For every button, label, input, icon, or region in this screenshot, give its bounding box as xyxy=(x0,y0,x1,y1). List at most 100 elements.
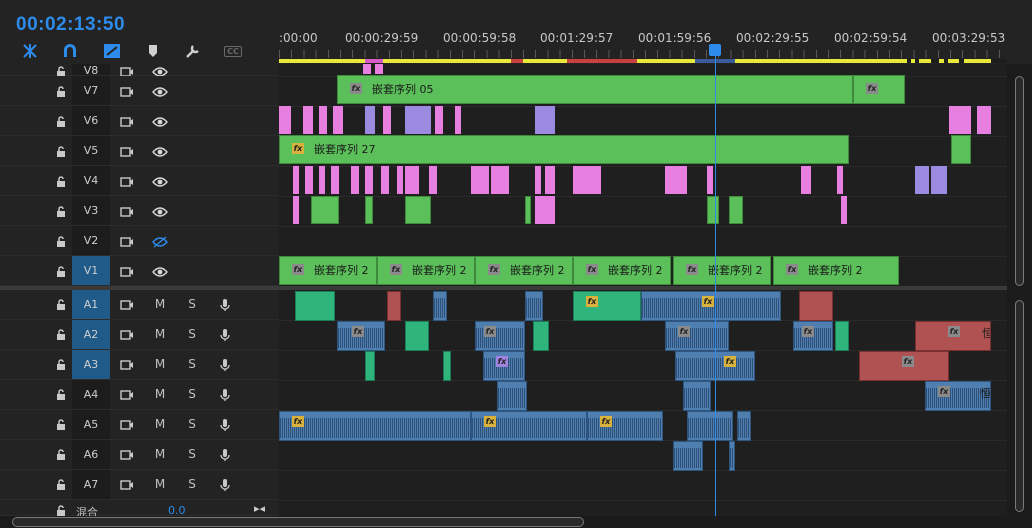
sync-lock-icon[interactable] xyxy=(118,174,136,190)
mute-button[interactable]: M xyxy=(153,327,167,341)
lock-icon[interactable] xyxy=(52,297,70,313)
video-scroll-thumb[interactable] xyxy=(1015,76,1024,286)
audio-scroll-thumb[interactable] xyxy=(1015,300,1024,512)
ruler-label: 00:03:29:53 xyxy=(932,31,1006,45)
premiere-timeline-panel: 00:02:13:50 CC :00:00 00:00:29:59 00:00:… xyxy=(0,0,1032,528)
ruler-ticks xyxy=(279,50,1007,58)
lock-icon[interactable] xyxy=(52,144,70,160)
nested-sequence-clip[interactable]: fx 嵌套序列 05 xyxy=(337,75,853,104)
audio-track-header-a4: A4 M S xyxy=(0,380,279,410)
sync-lock-icon[interactable] xyxy=(118,234,136,250)
lock-icon[interactable] xyxy=(52,477,70,493)
microphone-icon[interactable] xyxy=(216,327,234,343)
zoom-scroll-thumb[interactable] xyxy=(12,517,584,527)
lock-icon[interactable] xyxy=(52,234,70,250)
microphone-icon[interactable] xyxy=(216,477,234,493)
video-track-header-v4: V4 xyxy=(0,166,279,196)
lock-icon[interactable] xyxy=(52,417,70,433)
lock-icon[interactable] xyxy=(52,387,70,403)
mute-button[interactable]: M xyxy=(153,297,167,311)
sync-lock-icon[interactable] xyxy=(118,357,136,373)
mute-button[interactable]: M xyxy=(153,417,167,431)
lock-icon[interactable] xyxy=(52,114,70,130)
sync-lock-icon[interactable] xyxy=(118,417,136,433)
nested-sequence-clip[interactable]: fx 嵌套序列 2 xyxy=(377,256,475,285)
ruler-label: 00:02:59:54 xyxy=(834,31,908,45)
lock-icon[interactable] xyxy=(52,357,70,373)
lock-icon[interactable] xyxy=(52,264,70,280)
nested-sequence-clip[interactable]: fx 嵌套序列 2 xyxy=(773,256,899,285)
playhead-line xyxy=(715,44,716,516)
magnet-icon[interactable] xyxy=(59,42,81,60)
time-ruler[interactable]: :00:00 00:00:29:59 00:00:59:58 00:01:29:… xyxy=(279,22,1007,62)
solo-button[interactable]: S xyxy=(185,387,199,401)
microphone-icon[interactable] xyxy=(216,297,234,313)
timeline-tracks-area[interactable]: fx 嵌套序列 05 fx fx 嵌套序列 27 fx 嵌套序列 2 fx 嵌套… xyxy=(279,64,1007,516)
solo-button[interactable]: S xyxy=(185,477,199,491)
sync-lock-icon[interactable] xyxy=(118,477,136,493)
sync-lock-icon[interactable] xyxy=(118,114,136,130)
audio-track-header-a2: A2 M S xyxy=(0,320,279,350)
eye-icon[interactable] xyxy=(151,264,169,280)
mute-button[interactable]: M xyxy=(153,357,167,371)
solo-button[interactable]: S xyxy=(185,297,199,311)
microphone-icon[interactable] xyxy=(216,447,234,463)
audio-track-header-a5: A5 M S xyxy=(0,410,279,440)
mute-button[interactable]: M xyxy=(153,387,167,401)
lock-icon[interactable] xyxy=(52,174,70,190)
sync-lock-icon[interactable] xyxy=(118,204,136,220)
microphone-icon[interactable] xyxy=(216,387,234,403)
nested-sequence-clip[interactable]: fx 嵌套序列 2 xyxy=(279,256,377,285)
ruler-label: :00:00 xyxy=(279,31,318,45)
video-audio-divider[interactable] xyxy=(0,286,1032,290)
marker-icon[interactable] xyxy=(142,42,164,60)
solo-button[interactable]: S xyxy=(185,327,199,341)
work-area-bar[interactable] xyxy=(279,59,1007,63)
solo-button[interactable]: S xyxy=(185,357,199,371)
sync-lock-icon[interactable] xyxy=(118,264,136,280)
snap-icon[interactable] xyxy=(19,42,41,60)
mute-button[interactable]: M xyxy=(153,447,167,461)
nested-sequence-clip[interactable]: fx xyxy=(853,75,905,104)
microphone-icon[interactable] xyxy=(216,417,234,433)
sync-lock-icon[interactable] xyxy=(118,84,136,100)
lock-icon[interactable] xyxy=(52,447,70,463)
horizontal-scrollbar[interactable] xyxy=(0,516,1032,528)
video-track-header-v3: V3 xyxy=(0,196,279,226)
lock-icon[interactable] xyxy=(52,204,70,220)
audio-track-header-a3: A3 M S xyxy=(0,350,279,380)
solo-button[interactable]: S xyxy=(185,447,199,461)
eye-icon[interactable] xyxy=(151,84,169,100)
eye-off-icon[interactable] xyxy=(151,234,169,250)
nested-sequence-clip[interactable]: fx 嵌套序列 2 xyxy=(475,256,573,285)
sync-lock-icon[interactable] xyxy=(118,327,136,343)
lock-icon[interactable] xyxy=(52,327,70,343)
sync-lock-icon[interactable] xyxy=(118,144,136,160)
wrench-icon[interactable] xyxy=(182,42,204,60)
sync-lock-icon[interactable] xyxy=(118,387,136,403)
mute-button[interactable]: M xyxy=(153,477,167,491)
linked-selection-icon[interactable] xyxy=(101,42,123,60)
solo-button[interactable]: S xyxy=(185,417,199,431)
video-track-header-v6: V6 xyxy=(0,106,279,136)
eye-icon[interactable] xyxy=(151,114,169,130)
eye-icon[interactable] xyxy=(151,144,169,160)
playhead-timecode[interactable]: 00:02:13:50 xyxy=(16,14,125,36)
track-label: V1 xyxy=(83,264,99,277)
nested-sequence-clip[interactable]: fx 嵌套序列 2 xyxy=(573,256,671,285)
vertical-scrollbar[interactable] xyxy=(1007,64,1032,516)
nested-sequence-clip[interactable]: fx 嵌套序列 2 xyxy=(673,256,771,285)
captions-icon[interactable]: CC xyxy=(222,42,244,60)
track-label: A6 xyxy=(83,448,99,461)
collapse-icon[interactable]: ▸◂ xyxy=(254,502,265,515)
audio-track-header-a6: A6 M S xyxy=(0,440,279,470)
lock-icon[interactable] xyxy=(52,84,70,100)
microphone-icon[interactable] xyxy=(216,357,234,373)
eye-icon[interactable] xyxy=(151,204,169,220)
eye-icon[interactable] xyxy=(151,174,169,190)
video-track-header-v8: V8 xyxy=(0,64,279,77)
nested-sequence-clip[interactable]: fx 嵌套序列 27 xyxy=(279,135,849,164)
sync-lock-icon[interactable] xyxy=(118,297,136,313)
track-label: V3 xyxy=(83,204,99,217)
sync-lock-icon[interactable] xyxy=(118,447,136,463)
